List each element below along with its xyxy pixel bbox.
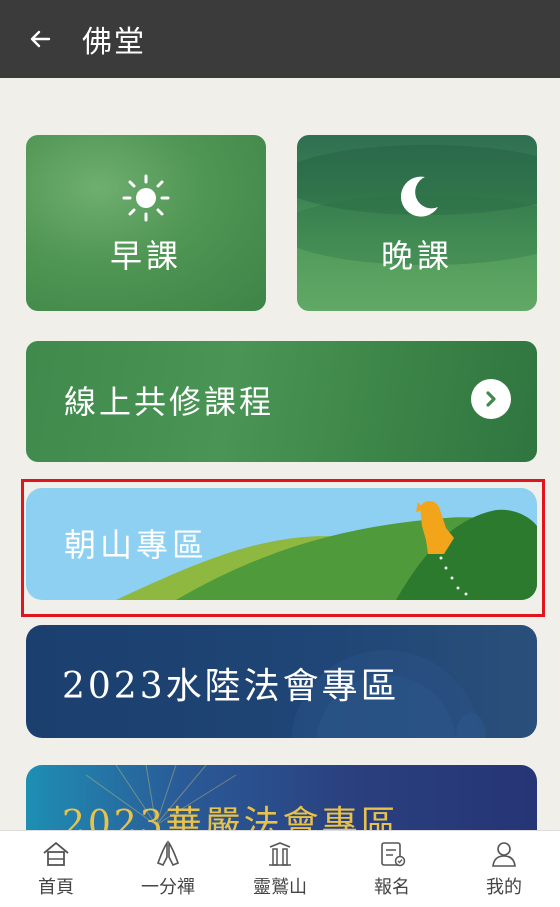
nav-label-registration: 報名 bbox=[374, 877, 410, 898]
water-land-dharma-card[interactable]: 2023水陸法會專區 bbox=[26, 625, 537, 738]
nav-item-lingjiu-mountain[interactable]: 靈鷲山 bbox=[230, 839, 330, 899]
huayan-label: 2023華嚴法會專區 bbox=[62, 804, 400, 830]
water-land-label: 2023水陸法會專區 bbox=[62, 666, 400, 707]
moon-icon bbox=[297, 173, 537, 223]
bottom-navigation: 首頁 一分禪 靈鷲山 報名 我的 bbox=[0, 830, 560, 907]
online-course-label: 線上共修課程 bbox=[64, 383, 275, 421]
pilgrimage-label: 朝山專區 bbox=[64, 526, 209, 564]
home-icon bbox=[43, 841, 69, 866]
page-title: 佛堂 bbox=[82, 25, 146, 60]
back-arrow-icon[interactable] bbox=[0, 0, 80, 78]
evening-service-card[interactable]: 晚課 bbox=[297, 135, 537, 311]
evening-service-label: 晚課 bbox=[380, 237, 453, 275]
pilgrimage-card[interactable]: 朝山專區 bbox=[26, 488, 537, 600]
nav-item-meditation[interactable]: 一分禪 bbox=[118, 839, 218, 899]
sun-icon bbox=[26, 173, 266, 223]
chevron-right-icon[interactable] bbox=[471, 379, 511, 419]
online-course-card[interactable]: 線上共修課程 bbox=[26, 341, 537, 462]
morning-service-label: 早課 bbox=[109, 237, 182, 275]
profile-icon bbox=[492, 842, 516, 867]
nav-label-profile: 我的 bbox=[486, 877, 522, 898]
nav-label-lingjiu-mountain: 靈鷲山 bbox=[253, 877, 307, 898]
nav-label-home: 首頁 bbox=[38, 877, 74, 898]
registration-icon bbox=[381, 842, 406, 867]
nav-label-meditation: 一分禪 bbox=[141, 877, 195, 898]
nav-item-home[interactable]: 首頁 bbox=[6, 839, 106, 899]
morning-service-card[interactable]: 早課 bbox=[26, 135, 266, 311]
top-bar: 佛堂 bbox=[0, 0, 560, 78]
palms-icon bbox=[156, 840, 180, 867]
huayan-dharma-card[interactable]: 2023華嚴法會專區 bbox=[26, 765, 537, 830]
nav-item-profile[interactable]: 我的 bbox=[454, 839, 554, 899]
content-area: 早課 晚課 線上共修課程 朝山專區 2023水陸法會專區 2023華嚴法會專區 bbox=[0, 78, 560, 830]
nav-item-registration[interactable]: 報名 bbox=[342, 839, 442, 899]
mountain-icon bbox=[269, 842, 291, 866]
